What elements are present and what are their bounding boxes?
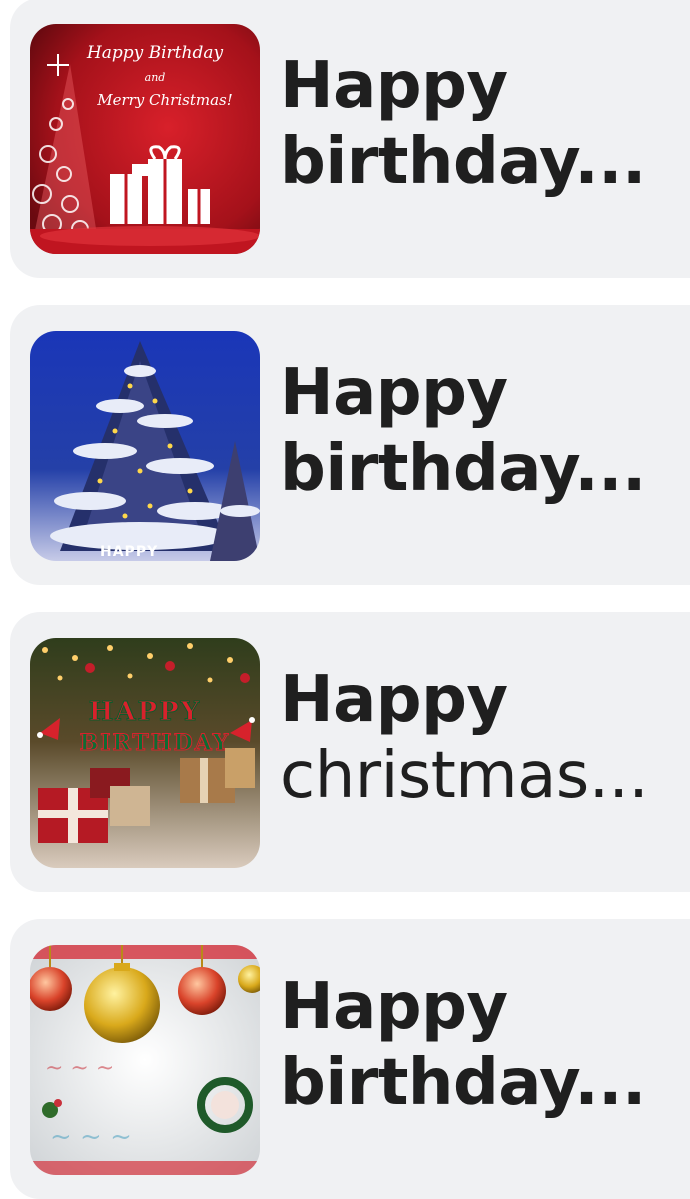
title-line1: Happy: [280, 663, 508, 737]
christmas-presents-image[interactable]: HAPPY BIRTHDAY: [30, 638, 260, 868]
image-caption: HAPPY: [100, 544, 158, 560]
item-title: Happy birthday...: [280, 355, 680, 507]
svg-text:~ ~ ~: ~ ~ ~: [50, 1122, 132, 1152]
svg-text:~ ~ ~: ~ ~ ~: [45, 1056, 114, 1081]
title-line2: birthday...: [280, 432, 646, 506]
list-item[interactable]: HAPPY BIRTHDAY Happy christmas...: [10, 612, 690, 892]
title-line2: christmas...: [280, 739, 649, 813]
title-line1: Happy: [280, 356, 508, 430]
title-line2: birthday...: [280, 125, 646, 199]
card-text-line2: and: [145, 71, 166, 84]
card-text-line1: Happy Birthday: [86, 43, 224, 63]
card-text-line3: Merry Christmas!: [96, 91, 233, 109]
list-item[interactable]: Happy Birthday and Merry Christmas! Happ…: [10, 0, 690, 278]
item-title: Happy christmas...: [280, 662, 680, 814]
list-item[interactable]: ~ ~ ~ ~ ~ ~ Happy birthday...: [10, 919, 690, 1199]
title-line1: Happy: [280, 970, 508, 1044]
banner-line1: HAPPY: [89, 697, 201, 727]
list-item[interactable]: HAPPY Happy birthday...: [10, 305, 690, 585]
gif-result-list: Happy Birthday and Merry Christmas! Happ…: [0, 0, 690, 1199]
ornaments-image[interactable]: ~ ~ ~ ~ ~ ~: [30, 945, 260, 1175]
banner-line2: BIRTHDAY: [80, 730, 231, 756]
item-title: Happy birthday...: [280, 48, 680, 200]
snowy-tree-image[interactable]: HAPPY: [30, 331, 260, 561]
title-line1: Happy: [280, 49, 508, 123]
item-title: Happy birthday...: [280, 969, 680, 1121]
title-line2: birthday...: [280, 1046, 646, 1120]
birthday-christmas-card-image[interactable]: Happy Birthday and Merry Christmas!: [30, 24, 260, 254]
